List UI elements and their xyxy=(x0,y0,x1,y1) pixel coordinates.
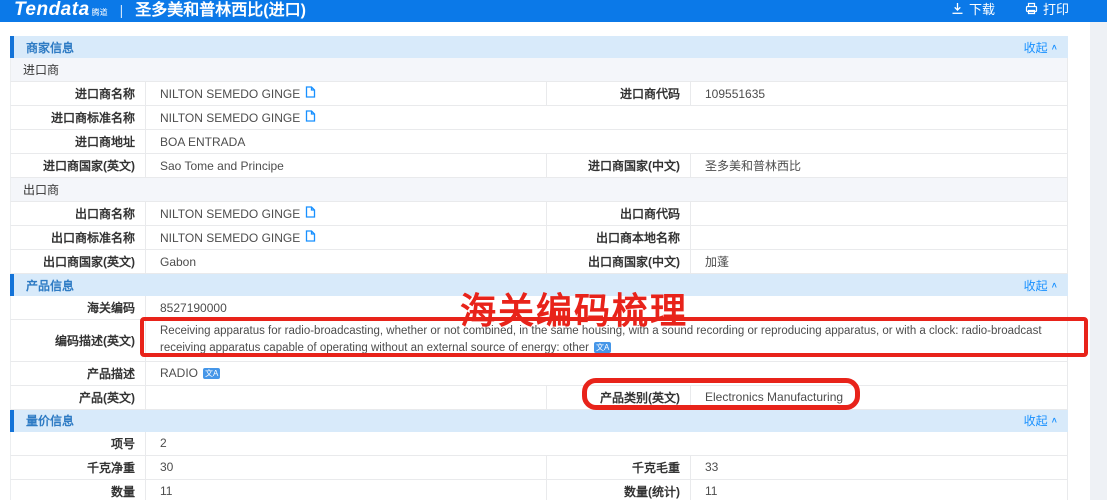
section-title: 产品信息 xyxy=(26,277,74,294)
translate-icon[interactable]: 文A xyxy=(594,342,611,353)
field-label: 产品类别(英文) xyxy=(546,386,691,409)
company-link-icon[interactable] xyxy=(305,230,316,245)
field-label: 出口商国家(中文) xyxy=(546,250,691,273)
field-label: 数量 xyxy=(11,480,146,500)
field-label: 出口商标准名称 xyxy=(11,226,146,249)
field-label: 数量(统计) xyxy=(546,480,691,500)
section-header: 商家信息 收起∧ xyxy=(10,36,1068,58)
chevron-up-icon: ∧ xyxy=(1051,43,1058,52)
right-gutter xyxy=(1090,22,1107,500)
tendata-logo-cn: 腾道 xyxy=(92,7,108,18)
field-value xyxy=(691,226,1067,249)
field-value: 109551635 xyxy=(691,82,1067,105)
field-value: 8527190000 xyxy=(146,296,1067,319)
section-header: 量价信息 收起∧ xyxy=(10,410,1068,432)
field-value: BOA ENTRADA xyxy=(146,130,1067,153)
field-value xyxy=(146,386,546,409)
field-row: 出口商国家(英文)Gabon出口商国家(中文)加蓬 xyxy=(10,250,1068,274)
field-label: 千克净重 xyxy=(11,456,146,479)
company-link-icon[interactable] xyxy=(305,206,316,221)
field-row: 海关编码8527190000 xyxy=(10,296,1068,320)
section-title: 量价信息 xyxy=(26,412,74,429)
field-row: 项号2 xyxy=(10,432,1068,456)
sections: 商家信息收起∧进口商进口商名称NILTON SEMEDO GINGE进口商代码1… xyxy=(10,36,1068,500)
print-label: 打印 xyxy=(1043,0,1069,18)
field-value: NILTON SEMEDO GINGE xyxy=(146,226,546,249)
field-value: NILTON SEMEDO GINGE xyxy=(146,82,546,105)
collapse-button[interactable]: 收起∧ xyxy=(1024,412,1058,429)
field-value: Gabon xyxy=(146,250,546,273)
field-value: 33 xyxy=(691,456,1067,479)
top-toolbar: 下载 打印 xyxy=(951,0,1069,18)
collapse-label: 收起 xyxy=(1024,412,1048,429)
field-label: 出口商国家(英文) xyxy=(11,250,146,273)
field-value: 30 xyxy=(146,456,546,479)
field-value: NILTON SEMEDO GINGE xyxy=(146,106,1067,129)
field-value: Sao Tome and Principe xyxy=(146,154,546,177)
field-label: 编码描述(英文) xyxy=(11,320,146,361)
field-value: NILTON SEMEDO GINGE xyxy=(146,202,546,225)
field-label: 出口商名称 xyxy=(11,202,146,225)
tendata-logo: Tendata xyxy=(14,0,90,21)
field-label: 进口商国家(中文) xyxy=(546,154,691,177)
download-label: 下载 xyxy=(969,0,995,18)
group-subheader-row: 出口商 xyxy=(10,178,1068,202)
field-row: 进口商名称NILTON SEMEDO GINGE进口商代码109551635 xyxy=(10,82,1068,106)
collapse-label: 收起 xyxy=(1024,277,1048,294)
field-label: 出口商代码 xyxy=(546,202,691,225)
translate-icon[interactable]: 文A xyxy=(203,368,220,379)
download-button[interactable]: 下载 xyxy=(951,0,995,18)
field-label: 出口商本地名称 xyxy=(546,226,691,249)
page: Tendata 腾道 | 圣多美和普林西比(进口) 下载 打印 xyxy=(0,0,1107,500)
field-value: RADIO文A xyxy=(146,362,1067,385)
section-title: 商家信息 xyxy=(26,39,74,56)
print-icon xyxy=(1025,2,1038,15)
field-value: 2 xyxy=(146,432,1067,455)
field-row: 产品(英文) 产品类别(英文)Electronics Manufacturing xyxy=(10,386,1068,410)
company-link-icon[interactable] xyxy=(305,110,316,125)
chevron-up-icon: ∧ xyxy=(1051,416,1058,425)
field-row: 产品描述RADIO文A xyxy=(10,362,1068,386)
print-button[interactable]: 打印 xyxy=(1025,0,1069,18)
field-value: 11 xyxy=(691,480,1067,500)
field-value: 圣多美和普林西比 xyxy=(691,154,1067,177)
field-row: 数量11数量(统计)11 xyxy=(10,480,1068,500)
field-value: Electronics Manufacturing xyxy=(691,386,1067,409)
title-separator: | xyxy=(120,2,124,18)
field-label: 进口商地址 xyxy=(11,130,146,153)
field-row: 编码描述(英文)Receiving apparatus for radio-br… xyxy=(10,320,1068,362)
field-row: 进口商地址BOA ENTRADA xyxy=(10,130,1068,154)
chevron-up-icon: ∧ xyxy=(1051,281,1058,290)
collapse-label: 收起 xyxy=(1024,39,1048,56)
field-label: 进口商标准名称 xyxy=(11,106,146,129)
field-row: 进口商标准名称NILTON SEMEDO GINGE xyxy=(10,106,1068,130)
page-title: 圣多美和普林西比(进口) xyxy=(135,0,306,20)
field-label: 进口商代码 xyxy=(546,82,691,105)
collapse-button[interactable]: 收起∧ xyxy=(1024,39,1058,56)
field-label: 产品描述 xyxy=(11,362,146,385)
field-value xyxy=(691,202,1067,225)
field-label: 千克毛重 xyxy=(546,456,691,479)
download-icon xyxy=(951,2,964,15)
section-header: 产品信息 收起∧ xyxy=(10,274,1068,296)
field-value: 11 xyxy=(146,480,546,500)
brand: Tendata 腾道 | 圣多美和普林西比(进口) xyxy=(14,0,306,21)
field-row: 千克净重30千克毛重33 xyxy=(10,456,1068,480)
field-row: 进口商国家(英文)Sao Tome and Principe进口商国家(中文)圣… xyxy=(10,154,1068,178)
field-label: 进口商国家(英文) xyxy=(11,154,146,177)
field-label: 产品(英文) xyxy=(11,386,146,409)
field-label: 进口商名称 xyxy=(11,82,146,105)
group-subheader-row: 进口商 xyxy=(10,58,1068,82)
field-value: Receiving apparatus for radio-broadcasti… xyxy=(146,320,1067,361)
collapse-button[interactable]: 收起∧ xyxy=(1024,277,1058,294)
field-label: 海关编码 xyxy=(11,296,146,319)
field-row: 出口商名称NILTON SEMEDO GINGE出口商代码 xyxy=(10,202,1068,226)
field-row: 出口商标准名称NILTON SEMEDO GINGE出口商本地名称 xyxy=(10,226,1068,250)
field-label: 项号 xyxy=(11,432,146,455)
top-bar: Tendata 腾道 | 圣多美和普林西比(进口) 下载 打印 xyxy=(0,0,1107,22)
field-value: 加蓬 xyxy=(691,250,1067,273)
company-link-icon[interactable] xyxy=(305,86,316,101)
